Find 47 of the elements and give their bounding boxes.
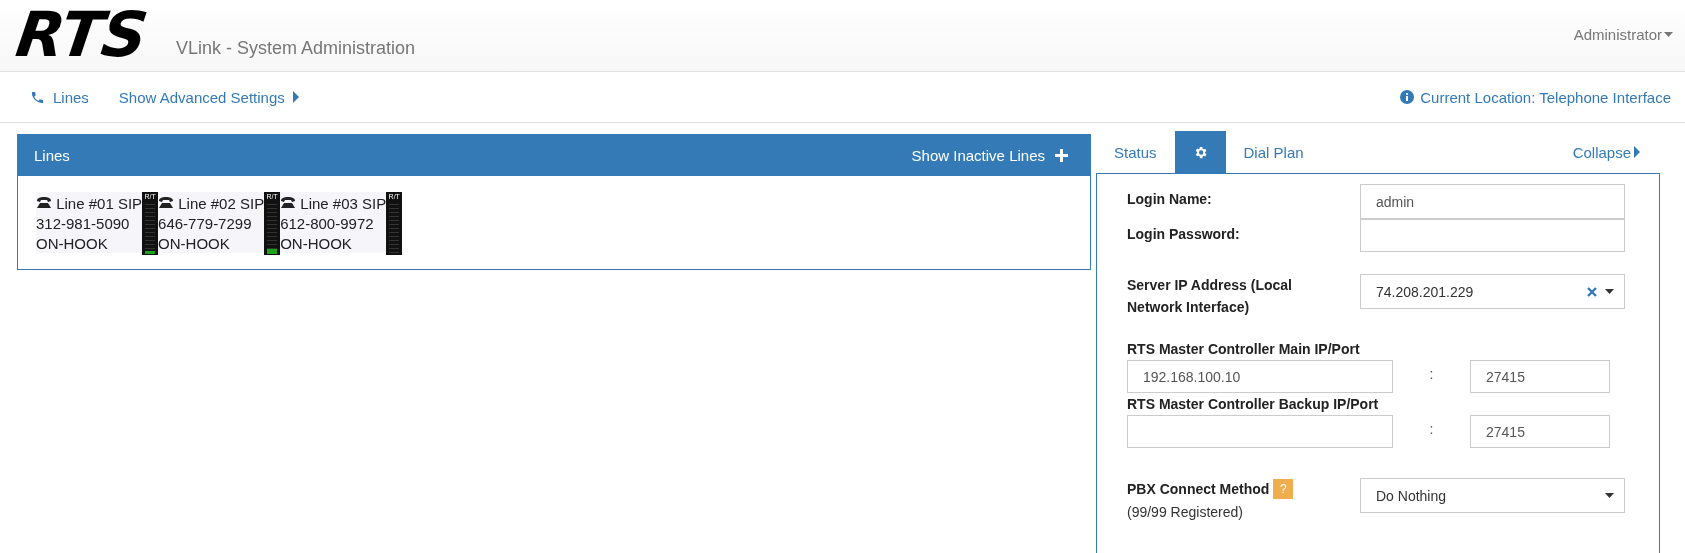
- line-name: Line #03 SIP: [280, 194, 387, 214]
- input-field[interactable]: admin: [1360, 184, 1625, 219]
- panel-title: Lines: [34, 147, 70, 164]
- field-label: RTS Master Controller Main IP/Port: [1127, 340, 1361, 359]
- line-name: Line #02 SIP: [158, 194, 265, 214]
- plus-icon: [1055, 149, 1068, 162]
- separator: :: [1428, 420, 1435, 437]
- line-status: ON-HOOK: [280, 234, 353, 254]
- port-input-field[interactable]: 27415: [1470, 415, 1610, 448]
- caret-icon: [1605, 493, 1614, 498]
- password-field[interactable]: [1360, 219, 1625, 252]
- caret-right-icon: [1634, 146, 1640, 158]
- line-number: 646-779-7299: [158, 214, 253, 234]
- current-location: Current Location: Telephone Interface: [1420, 88, 1671, 106]
- field-label: Login Name:: [1127, 190, 1213, 209]
- settings-tab[interactable]: [1174, 131, 1226, 173]
- ip-input-field[interactable]: 192.168.100.10: [1127, 360, 1393, 393]
- line-name: Line #01 SIP: [36, 194, 143, 214]
- registration-count: (99/99 Registered): [1127, 504, 1244, 520]
- info-icon: [1400, 90, 1415, 104]
- field-label: Server IP Address (Local Network Interface): [1127, 276, 1293, 317]
- separator: :: [1428, 365, 1435, 382]
- line-status: ON-HOOK: [158, 234, 231, 254]
- line-number: 612-800-9972: [280, 214, 375, 234]
- field-label: Login Password:: [1127, 225, 1241, 244]
- phone-icon: [30, 89, 45, 105]
- nav-link[interactable]: Lines: [30, 88, 89, 106]
- field-label: RTS Master Controller Backup IP/Port: [1127, 395, 1380, 414]
- nav-link[interactable]: Show Advanced Settings: [118, 88, 299, 106]
- ip-input-field[interactable]: [1127, 415, 1393, 448]
- caret-right-icon: [292, 91, 299, 103]
- telephone-icon: [280, 196, 297, 209]
- collapse-link[interactable]: Collapse: [1572, 143, 1640, 161]
- field-label: PBX Connect Method: [1127, 480, 1270, 499]
- user-menu[interactable]: Administrator: [1573, 26, 1673, 43]
- line-status: ON-HOOK: [36, 234, 109, 254]
- clear-icon[interactable]: [1587, 286, 1597, 297]
- app-title: VLink - System Administration: [175, 38, 415, 59]
- line-number: 312-981-5090: [36, 214, 131, 234]
- select-field[interactable]: Do Nothing: [1360, 478, 1625, 513]
- telephone-icon: [36, 196, 52, 209]
- caret-icon: [1664, 32, 1673, 37]
- port-input-field[interactable]: 27415: [1470, 360, 1610, 393]
- logo: RTS: [12, 4, 151, 66]
- telephone-icon: [158, 196, 175, 209]
- caret-icon: [1605, 289, 1614, 294]
- select-field[interactable]: 74.208.201.229: [1360, 274, 1625, 309]
